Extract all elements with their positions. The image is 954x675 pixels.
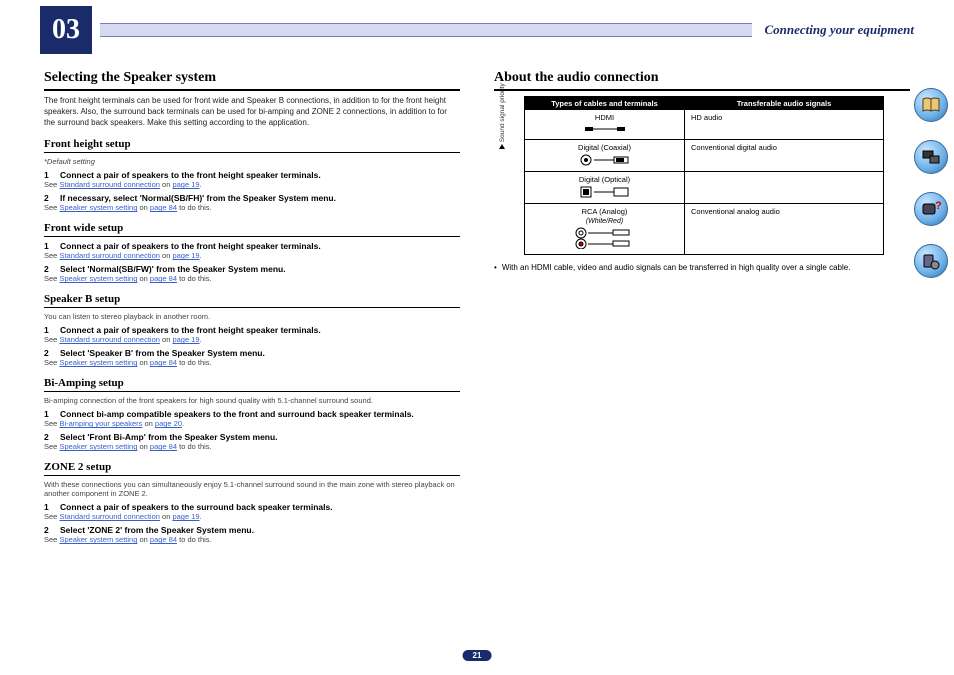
xref-link[interactable]: Standard surround connection: [59, 335, 160, 344]
svg-text:?: ?: [935, 200, 941, 212]
xref-link[interactable]: Speaker system setting: [59, 358, 137, 367]
page-number: 21: [463, 650, 492, 661]
xref-link[interactable]: Speaker system setting: [59, 535, 137, 544]
step-ref: See Speaker system setting on page 84 to…: [44, 203, 460, 212]
signal-cell: [685, 172, 883, 203]
step: 1Connect a pair of speakers to the front…: [44, 241, 460, 251]
nav-help-icon[interactable]: ?: [914, 192, 948, 226]
subsection-heading: Speaker B setup: [44, 293, 460, 308]
note-text: *Default setting: [44, 157, 460, 166]
table-header: Transferable audio signals: [685, 97, 883, 110]
page-header: 03 Connecting your equipment: [0, 0, 954, 60]
note-text: With these connections you can simultane…: [44, 480, 460, 498]
nav-equipment-icon[interactable]: [914, 140, 948, 174]
step-ref: See Standard surround connection on page…: [44, 251, 460, 260]
step-ref: See Speaker system setting on page 84 to…: [44, 274, 460, 283]
nav-book-icon[interactable]: [914, 88, 948, 122]
xref-link[interactable]: Speaker system setting: [59, 274, 137, 283]
step-ref: See Standard surround connection on page…: [44, 180, 460, 189]
page-link[interactable]: page 84: [150, 442, 177, 451]
cable-cell: HDMI: [525, 110, 685, 139]
xref-link[interactable]: Speaker system setting: [59, 203, 137, 212]
step: 1Connect a pair of speakers to the surro…: [44, 502, 460, 512]
step-ref: See Standard surround connection on page…: [44, 512, 460, 521]
subsection-heading: Bi-Amping setup: [44, 377, 460, 392]
table-row: RCA (Analog)(White/Red) Conventional ana…: [525, 204, 883, 254]
xref-link[interactable]: Bi-amping your speakers: [59, 419, 142, 428]
bullet-note: •With an HDMI cable, video and audio sig…: [494, 263, 910, 272]
note-text: You can listen to stereo playback in ano…: [44, 312, 460, 321]
step: 2Select 'Normal(SB/FW)' from the Speaker…: [44, 264, 460, 274]
section-heading: Selecting the Speaker system: [44, 70, 460, 91]
page-link[interactable]: page 19: [172, 512, 199, 521]
page-link[interactable]: page 84: [150, 535, 177, 544]
page-link[interactable]: page 19: [172, 335, 199, 344]
intro-text: The front height terminals can be used f…: [44, 96, 460, 128]
step-ref: See Standard surround connection on page…: [44, 335, 460, 344]
step: 2If necessary, select 'Normal(SB/FH)' fr…: [44, 193, 460, 203]
xref-link[interactable]: Standard surround connection: [59, 180, 160, 189]
table-row: Digital (Coaxial) Conventional digital a…: [525, 140, 883, 172]
cable-cell: Digital (Optical): [525, 172, 685, 203]
signal-cell: Conventional digital audio: [685, 140, 883, 171]
page-link[interactable]: page 84: [150, 274, 177, 283]
step: 2Select 'Speaker B' from the Speaker Sys…: [44, 348, 460, 358]
xref-link[interactable]: Standard surround connection: [59, 251, 160, 260]
step: 2Select 'Front Bi-Amp' from the Speaker …: [44, 432, 460, 442]
table-row: Digital (Optical): [525, 172, 883, 204]
cable-cell: Digital (Coaxial): [525, 140, 685, 171]
step-ref: See Speaker system setting on page 84 to…: [44, 442, 460, 451]
section-heading: About the audio connection: [494, 70, 910, 91]
step: 1Connect a pair of speakers to the front…: [44, 325, 460, 335]
audio-table: Types of cables and terminalsTransferabl…: [524, 96, 884, 255]
step-ref: See Speaker system setting on page 84 to…: [44, 358, 460, 367]
nav-config-icon[interactable]: [914, 244, 948, 278]
note-text: Bi-amping connection of the front speake…: [44, 396, 460, 405]
step-ref: See Speaker system setting on page 84 to…: [44, 535, 460, 544]
subsection-heading: Front wide setup: [44, 222, 460, 237]
signal-cell: Conventional analog audio: [685, 204, 883, 254]
table-header: Types of cables and terminals: [525, 97, 685, 110]
subsection-heading: ZONE 2 setup: [44, 461, 460, 476]
header-bar: [100, 23, 752, 37]
xref-link[interactable]: Speaker system setting: [59, 442, 137, 451]
chapter-number: 03: [40, 6, 92, 54]
page-link[interactable]: page 19: [172, 180, 199, 189]
chapter-title: Connecting your equipment: [752, 22, 914, 38]
signal-cell: HD audio: [685, 110, 883, 139]
page-link[interactable]: page 84: [150, 358, 177, 367]
page-link[interactable]: page 84: [150, 203, 177, 212]
page-link[interactable]: page 20: [155, 419, 182, 428]
table-row: HDMI HD audio: [525, 110, 883, 140]
priority-label: Sound signal priority: [499, 83, 506, 150]
xref-link[interactable]: Standard surround connection: [59, 512, 160, 521]
step: 1Connect bi-amp compatible speakers to t…: [44, 409, 460, 419]
cable-cell: RCA (Analog)(White/Red): [525, 204, 685, 254]
subsection-heading: Front height setup: [44, 138, 460, 153]
page-link[interactable]: page 19: [172, 251, 199, 260]
step: 1Connect a pair of speakers to the front…: [44, 170, 460, 180]
step: 2Select 'ZONE 2' from the Speaker System…: [44, 525, 460, 535]
side-nav: ?: [914, 88, 948, 278]
step-ref: See Bi-amping your speakers on page 20.: [44, 419, 460, 428]
